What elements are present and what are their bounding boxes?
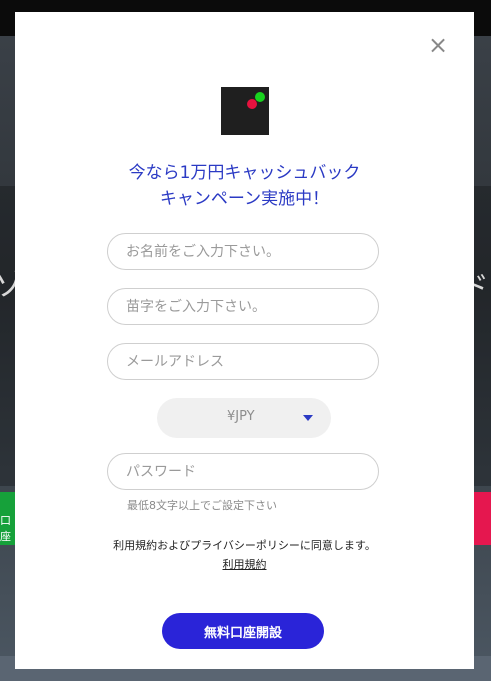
background-green-button-label: 口座: [0, 514, 11, 543]
terms-link[interactable]: 利用規約: [223, 558, 267, 571]
password-hint: 最低8文字以上でご設定下さい: [127, 499, 277, 512]
terms-link-row: 利用規約: [15, 556, 474, 572]
agreement-text: 利用規約およびプライバシーポリシーに同意します。: [113, 539, 376, 552]
headline-line-2: キャンペーン実施中！: [159, 189, 330, 209]
logo-red-dot: [247, 99, 257, 109]
password-input[interactable]: [107, 453, 379, 490]
brand-logo: [221, 87, 269, 135]
chevron-down-icon: [303, 415, 313, 421]
open-account-button[interactable]: 無料口座開設: [162, 613, 324, 649]
close-icon[interactable]: ×: [428, 33, 448, 57]
currency-select[interactable]: ¥JPY: [157, 398, 331, 438]
promo-headline: 今なら1万円キャッシュバック キャンペーン実施中！: [15, 160, 474, 212]
first-name-input[interactable]: [107, 233, 379, 270]
email-input[interactable]: [107, 343, 379, 380]
background-red-button: [473, 492, 491, 545]
background-green-button: 口座: [0, 492, 16, 545]
headline-line-1: 今なら1万円キャッシュバック: [128, 163, 361, 183]
last-name-input[interactable]: [107, 288, 379, 325]
logo-green-dot: [255, 92, 265, 102]
signup-modal: × 今なら1万円キャッシュバック キャンペーン実施中！ ¥JPY 最低8文字以上…: [15, 12, 474, 669]
currency-value: ¥JPY: [227, 409, 255, 424]
